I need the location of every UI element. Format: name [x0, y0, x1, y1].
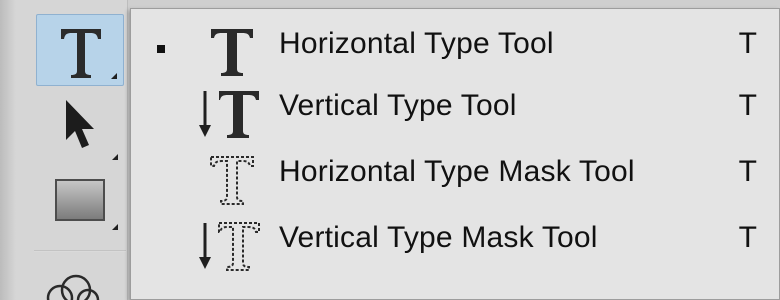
more-tools-corner-indicator — [112, 224, 118, 230]
rectangle-icon — [52, 176, 108, 224]
shortcut-key: T — [738, 89, 757, 122]
rectangle-tool-button[interactable] — [36, 164, 124, 236]
shortcut-key: T — [738, 221, 757, 254]
menu-item-label: Vertical Type Tool — [279, 89, 517, 122]
selected-bullet-icon — [157, 45, 165, 53]
shortcut-key: T — [738, 27, 757, 60]
horizontal-type-mask-icon — [197, 151, 273, 207]
menu-item-label: Horizontal Type Mask Tool — [279, 155, 635, 188]
toolbar-divider — [34, 250, 126, 252]
menu-item-label: Horizontal Type Tool — [279, 27, 554, 60]
clone-shapes-icon — [44, 272, 104, 300]
shortcut-key: T — [738, 155, 757, 188]
arrow-cursor-icon — [60, 96, 100, 156]
toolbar-edge-shadow — [0, 0, 16, 300]
tools-panel-with-flyout: Horizontal Type Tool T Vertical Type Too… — [0, 0, 780, 300]
type-T-icon — [55, 21, 107, 81]
type-tool-button[interactable] — [36, 14, 124, 86]
menu-item-horizontal-type-tool[interactable]: Horizontal Type Tool T — [131, 13, 779, 77]
menu-item-label: Vertical Type Mask Tool — [279, 221, 598, 254]
tools-toolbar — [0, 0, 128, 300]
menu-item-vertical-type-mask-tool[interactable]: Vertical Type Mask Tool T — [131, 207, 779, 271]
more-tools-corner-indicator — [112, 154, 118, 160]
menu-item-horizontal-type-mask-tool[interactable]: Horizontal Type Mask Tool T — [131, 141, 779, 205]
menu-item-vertical-type-tool[interactable]: Vertical Type Tool T — [131, 75, 779, 139]
vertical-type-icon — [197, 85, 273, 141]
type-tools-flyout-menu: Horizontal Type Tool T Vertical Type Too… — [130, 8, 780, 300]
clone-tool-button[interactable] — [36, 260, 124, 300]
vertical-type-mask-icon — [197, 217, 273, 273]
move-tool-button[interactable] — [36, 94, 124, 166]
more-tools-corner-indicator — [111, 73, 117, 79]
horizontal-type-icon — [197, 23, 273, 79]
